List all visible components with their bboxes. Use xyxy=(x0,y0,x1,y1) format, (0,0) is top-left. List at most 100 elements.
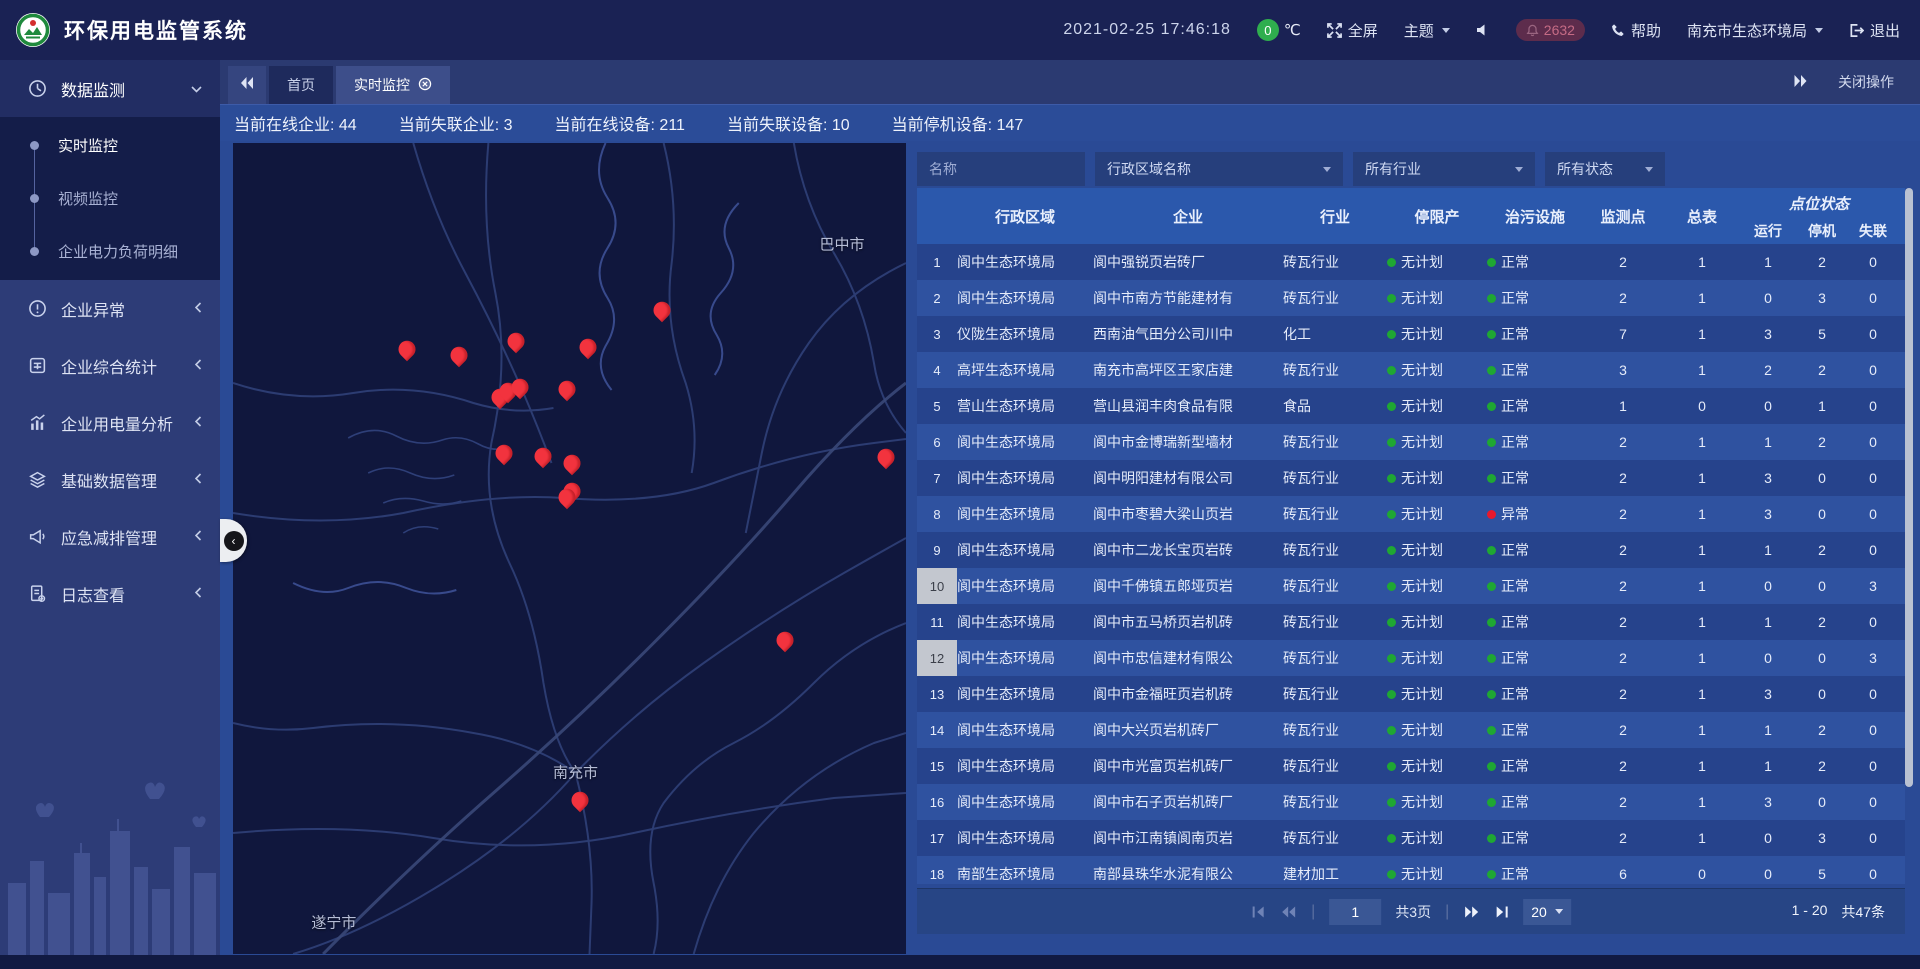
close-operations-button[interactable]: 关闭操作 xyxy=(1838,72,1894,92)
status-dot-icon xyxy=(1387,654,1396,663)
help-button[interactable]: 帮助 xyxy=(1611,20,1661,41)
table-row[interactable]: 15阆中生态环境局阆中市光富页岩机砖厂砖瓦行业无计划正常21120 xyxy=(917,748,1905,784)
cell-lost: 3 xyxy=(1849,568,1897,604)
table-row[interactable]: 2阆中生态环境局阆中市南方节能建材有砖瓦行业无计划正常21030 xyxy=(917,280,1905,316)
table-row[interactable]: 12阆中生态环境局阆中市忠信建材有限公砖瓦行业无计划正常21003 xyxy=(917,640,1905,676)
cell-region: 阆中生态环境局 xyxy=(957,280,1093,316)
sidebar-subitem-实时监控[interactable]: 实时监控 xyxy=(0,119,220,172)
cell-running: 3 xyxy=(1741,784,1795,820)
table-row[interactable]: 6阆中生态环境局阆中市金博瑞新型墙材砖瓦行业无计划正常21120 xyxy=(917,424,1905,460)
status-select[interactable]: 所有状态 xyxy=(1545,152,1665,186)
sidebar-item-企业用电量分析[interactable]: 企业用电量分析 xyxy=(0,394,220,451)
cell-stopped: 2 xyxy=(1795,532,1849,568)
status-dot-icon xyxy=(1387,366,1396,375)
sidebar-item-企业综合统计[interactable]: 企业综合统计 xyxy=(0,337,220,394)
volume-button[interactable] xyxy=(1476,23,1490,37)
cell-halt-status: 无计划 xyxy=(1387,712,1487,748)
cell-facility-status: 正常 xyxy=(1487,568,1583,604)
cell-lost: 0 xyxy=(1849,352,1897,388)
page-number-input[interactable] xyxy=(1329,899,1381,925)
close-icon[interactable] xyxy=(418,77,432,94)
total-pages-label: 共3页 xyxy=(1395,902,1431,922)
sidebar-item-企业异常[interactable]: 企业异常 xyxy=(0,280,220,337)
col-point-status-group: 点位状态 xyxy=(1741,188,1897,218)
row-index: 13 xyxy=(917,676,957,712)
table-row[interactable]: 4高坪生态环境局南充市高坪区王家店建砖瓦行业无计划正常31220 xyxy=(917,352,1905,388)
last-page-button[interactable] xyxy=(1494,905,1509,919)
cell-company: 阆中市忠信建材有限公 xyxy=(1093,640,1283,676)
cell-stopped: 3 xyxy=(1795,280,1849,316)
sidebar-item-日志查看[interactable]: 日志查看 xyxy=(0,565,220,622)
logout-button[interactable]: 退出 xyxy=(1849,20,1900,41)
table-row[interactable]: 14阆中生态环境局阆中大兴页岩机砖厂砖瓦行业无计划正常21120 xyxy=(917,712,1905,748)
scroll-tabs-right-button[interactable] xyxy=(1794,74,1808,90)
table-row[interactable]: 3仪陇生态环境局西南油气田分公司川中化工无计划正常71350 xyxy=(917,316,1905,352)
sidebar-subitem-视频监控[interactable]: 视频监控 xyxy=(0,172,220,225)
cell-facility-status: 正常 xyxy=(1487,352,1583,388)
cell-company: 阆中千佛镇五郎垭页岩 xyxy=(1093,568,1283,604)
table-row[interactable]: 5营山生态环境局营山县润丰肉食品有限食品无计划正常10010 xyxy=(917,388,1905,424)
table-row[interactable]: 7阆中生态环境局阆中明阳建材有限公司砖瓦行业无计划正常21300 xyxy=(917,460,1905,496)
cell-company: 阆中市金博瑞新型墙材 xyxy=(1093,424,1283,460)
first-page-button[interactable] xyxy=(1251,905,1266,919)
map-road-network xyxy=(233,143,906,954)
theme-dropdown[interactable]: 主题 xyxy=(1404,20,1450,41)
scroll-tabs-left-button[interactable] xyxy=(228,66,266,104)
table-row[interactable]: 10阆中生态环境局阆中千佛镇五郎垭页岩砖瓦行业无计划正常21003 xyxy=(917,568,1905,604)
table-row[interactable]: 11阆中生态环境局阆中市五马桥页岩机砖砖瓦行业无计划正常21120 xyxy=(917,604,1905,640)
city-label-巴中市: 巴中市 xyxy=(820,233,865,254)
tab-realtime-monitoring[interactable]: 实时监控 xyxy=(336,66,450,104)
status-dot-icon xyxy=(1387,294,1396,303)
status-dot-icon xyxy=(1387,258,1396,267)
cell-meters: 1 xyxy=(1663,352,1741,388)
cell-facility-status: 正常 xyxy=(1487,424,1583,460)
sidebar-item-数据监测[interactable]: 数据监测 xyxy=(0,60,220,117)
chevron-left-icon xyxy=(195,414,202,432)
sidebar-item-label: 数据监测 xyxy=(61,77,125,101)
sidebar-subitem-企业电力负荷明细[interactable]: 企业电力负荷明细 xyxy=(0,225,220,278)
chevron-left-icon xyxy=(195,471,202,489)
page-size-select[interactable]: 20 xyxy=(1523,899,1571,925)
cell-company: 阆中市枣碧大梁山页岩 xyxy=(1093,496,1283,532)
table-row[interactable]: 1阆中生态环境局阆中强锐页岩砖厂砖瓦行业无计划正常21120 xyxy=(917,244,1905,280)
table-row[interactable]: 9阆中生态环境局阆中市二龙长宝页岩砖砖瓦行业无计划正常21120 xyxy=(917,532,1905,568)
cell-halt-status: 无计划 xyxy=(1387,820,1487,856)
org-dropdown[interactable]: 南充市生态环境局 xyxy=(1687,20,1823,41)
sidebar-item-应急减排管理[interactable]: 应急减排管理 xyxy=(0,508,220,565)
cell-region: 阆中生态环境局 xyxy=(957,712,1093,748)
name-search-input[interactable] xyxy=(917,152,1085,186)
cell-company: 阆中市光富页岩机砖厂 xyxy=(1093,748,1283,784)
tab-strip: 首页 实时监控 关闭操作 xyxy=(220,60,1920,104)
col-industry: 行业 xyxy=(1283,188,1387,244)
total-records-label: 共47条 xyxy=(1841,902,1885,922)
chevron-left-icon xyxy=(195,528,202,546)
table-row[interactable]: 8阆中生态环境局阆中市枣碧大梁山页岩砖瓦行业无计划异常21300 xyxy=(917,496,1905,532)
scrollbar-thumb[interactable] xyxy=(1905,188,1913,787)
stats-icon xyxy=(28,356,47,375)
next-page-button[interactable] xyxy=(1463,905,1480,919)
map-panel[interactable]: 巴中市南充市遂宁市 xyxy=(233,143,906,954)
table-row[interactable]: 17阆中生态环境局阆中市江南镇阆南页岩砖瓦行业无计划正常21030 xyxy=(917,820,1905,856)
fullscreen-button[interactable]: 全屏 xyxy=(1327,20,1378,41)
table-row[interactable]: 13阆中生态环境局阆中市金福旺页岩机砖砖瓦行业无计划正常21300 xyxy=(917,676,1905,712)
cell-company: 营山县润丰肉食品有限 xyxy=(1093,388,1283,424)
sidebar-item-label: 日志查看 xyxy=(61,582,125,606)
cell-company: 阆中强锐页岩砖厂 xyxy=(1093,244,1283,280)
status-dot-icon xyxy=(1387,474,1396,483)
prev-page-button[interactable] xyxy=(1280,905,1297,919)
cell-facility-status: 正常 xyxy=(1487,532,1583,568)
cell-meters: 1 xyxy=(1663,280,1741,316)
cell-halt-status: 无计划 xyxy=(1387,496,1487,532)
notification-badge[interactable]: 2632 xyxy=(1516,19,1585,41)
status-dot-icon xyxy=(1387,762,1396,771)
sidebar-item-基础数据管理[interactable]: 基础数据管理 xyxy=(0,451,220,508)
status-dot-icon xyxy=(1487,654,1496,663)
industry-select[interactable]: 所有行业 xyxy=(1353,152,1535,186)
region-select[interactable]: 行政区域名称 xyxy=(1095,152,1343,186)
table-row[interactable]: 16阆中生态环境局阆中市石子页岩机砖厂砖瓦行业无计划正常21300 xyxy=(917,784,1905,820)
cell-running: 0 xyxy=(1741,388,1795,424)
table-row[interactable]: 18南部生态环境局南部县珠华水泥有限公建材加工无计划正常60050 xyxy=(917,856,1905,884)
tab-home[interactable]: 首页 xyxy=(269,66,333,104)
cell-region: 阆中生态环境局 xyxy=(957,748,1093,784)
row-index: 8 xyxy=(917,496,957,532)
